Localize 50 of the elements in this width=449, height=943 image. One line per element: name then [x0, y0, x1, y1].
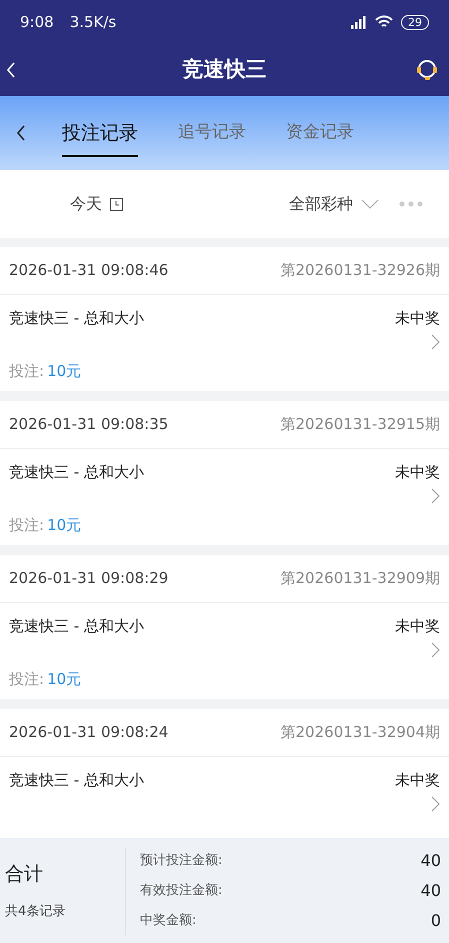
result-status: 未中奖 — [395, 770, 440, 791]
headset-icon[interactable] — [415, 58, 439, 82]
summary-label: 有效投注金额: — [140, 882, 222, 900]
issue-number: 第20260131-32926期 — [280, 260, 440, 282]
bet-label: 投注: — [9, 360, 44, 382]
date-filter[interactable]: 今天 — [70, 192, 123, 216]
record-card[interactable]: 2026-01-31 09:08:35 第20260131-32915期 竞速快三 - 总和大小 未中奖 投注: 10元 — [0, 401, 449, 545]
record-card[interactable]: 2026-01-31 09:08:29 第20260131-32909期 竞速快三 - 总和大小 未中奖 投注: 10元 — [0, 555, 449, 699]
bet-label: 投注: — [9, 514, 44, 536]
bet-amount: 10元 — [47, 514, 82, 536]
result-status: 未中奖 — [395, 308, 440, 329]
bet-time: 2026-01-31 09:08:46 — [9, 260, 168, 282]
bet-amount: 10元 — [47, 360, 82, 382]
summary-title: 合计 — [5, 862, 44, 886]
chevron-right-icon — [431, 796, 440, 812]
bet-label: 投注: — [9, 668, 44, 690]
chevron-right-icon — [431, 642, 440, 658]
chevron-right-icon — [431, 334, 440, 350]
game-name: 竞速快三 - 总和大小 — [9, 462, 144, 483]
result-status: 未中奖 — [395, 616, 440, 637]
issue-number: 第20260131-32904期 — [280, 722, 440, 744]
summary-value: 0 — [430, 910, 441, 932]
game-name: 竞速快三 - 总和大小 — [9, 770, 144, 791]
record-count: 共4条记录 — [5, 903, 66, 921]
summary-label: 中奖金额: — [140, 912, 196, 930]
issue-number: 第20260131-32915期 — [280, 414, 440, 436]
bet-time: 2026-01-31 09:08:24 — [9, 722, 168, 744]
summary-label: 预计投注金额: — [140, 852, 222, 870]
game-name: 竞速快三 - 总和大小 — [9, 308, 144, 329]
tab[interactable]: 投注记录 — [62, 108, 138, 158]
bet-time: 2026-01-31 09:08:35 — [9, 414, 168, 436]
chevron-down-icon — [361, 199, 379, 209]
chevron-right-icon — [431, 488, 440, 504]
lottery-filter[interactable]: 全部彩种 — [289, 192, 379, 216]
network-speed: 3.5K/s — [70, 12, 116, 33]
summary-value: 40 — [420, 850, 441, 872]
bet-time: 2026-01-31 09:08:29 — [9, 568, 168, 590]
summary-value: 40 — [420, 880, 441, 902]
wifi-icon — [375, 15, 393, 29]
calendar-icon — [110, 198, 123, 210]
game-name: 竞速快三 - 总和大小 — [9, 616, 144, 637]
back-icon[interactable] — [16, 124, 26, 142]
record-card[interactable]: 2026-01-31 09:08:46 第20260131-32926期 竞速快三 - 总和大小 未中奖 投注: 10元 — [0, 247, 449, 391]
status-time: 9:08 — [20, 12, 54, 33]
record-card[interactable]: 2026-01-31 09:08:24 第20260131-32904期 竞速快三 - 总和大小 未中奖 — [0, 709, 449, 838]
issue-number: 第20260131-32909期 — [280, 568, 440, 590]
battery-indicator: 29 — [401, 14, 429, 30]
result-status: 未中奖 — [395, 462, 440, 483]
bet-amount: 10元 — [47, 668, 82, 690]
page-title: 竞速快三 — [182, 56, 266, 84]
